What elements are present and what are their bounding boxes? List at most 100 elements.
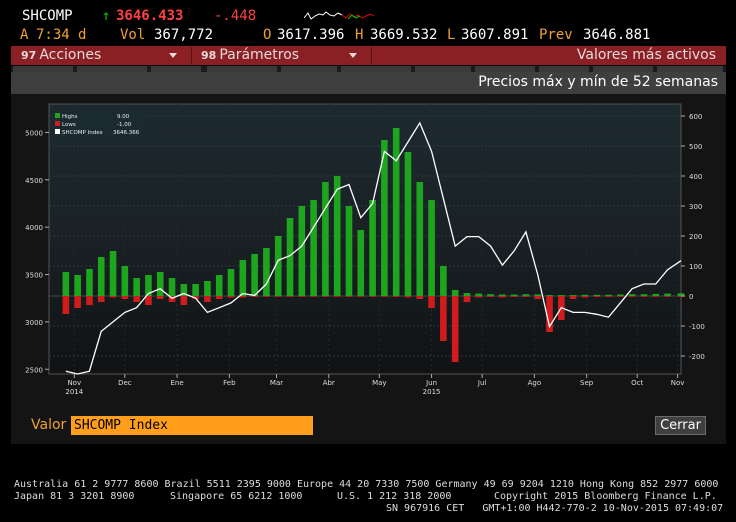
x-axis-tick-label: Oct	[631, 379, 643, 387]
acciones-menu[interactable]: 97 Acciones	[21, 46, 181, 65]
parametros-menu[interactable]: 98 Parámetros	[201, 46, 361, 65]
lows-bar	[369, 296, 376, 297]
legend-lows-swatch	[55, 121, 60, 126]
net-change: -.448	[214, 8, 257, 24]
highs-bar	[109, 251, 117, 296]
lows-bar	[286, 296, 294, 297]
lows-bar	[593, 296, 601, 297]
lows-bar	[381, 296, 388, 297]
highs-bar	[628, 294, 636, 296]
highs-bar	[227, 269, 235, 296]
lows-bar	[333, 296, 341, 297]
highs-bar	[357, 230, 365, 296]
up-arrow-icon: ↑	[102, 8, 111, 24]
highs-bar	[156, 272, 164, 296]
high-low-chart[interactable]: 2500 3000 3500 4000 4500 5000 -200 -100 0 100 200 3…	[11, 94, 726, 396]
close-button[interactable]: Cerrar	[655, 416, 706, 435]
highs-bar	[97, 257, 105, 296]
lows-bar	[156, 296, 164, 299]
x-axis-year-label: 2014	[65, 388, 83, 396]
lows-bar	[628, 296, 636, 297]
highs-bar	[475, 293, 483, 296]
ticker-symbol[interactable]: SHCOMP	[22, 8, 73, 24]
chevron-down-icon	[169, 53, 177, 58]
highs-bar	[404, 152, 412, 296]
lows-bar	[416, 296, 424, 299]
lows-bar	[522, 296, 530, 297]
lows-bar	[97, 296, 105, 302]
x-axis-tick-label: Mar	[270, 379, 283, 387]
lows-bar	[617, 296, 624, 297]
highs-bar	[640, 294, 648, 296]
lows-bar	[86, 296, 93, 305]
footer-copyright: Copyright 2015 Bloomberg Finance L.P.	[494, 491, 717, 502]
time-suffix: d	[78, 27, 87, 43]
lows-bar	[451, 296, 459, 362]
legend-index-value: 3646.366	[113, 130, 140, 136]
footer-singapore: Singapore 65 6212 1000	[170, 491, 303, 502]
parametros-menu-label: Parámetros	[219, 47, 300, 63]
acciones-menu-number: 97	[21, 49, 37, 62]
valor-input[interactable]	[71, 416, 313, 435]
lows-bar	[640, 296, 648, 297]
lows-bar	[274, 296, 282, 297]
most-active-link[interactable]: Valores más activos	[577, 46, 716, 65]
highs-bar	[522, 294, 530, 296]
highs-bar	[428, 200, 435, 296]
high-label: H	[355, 27, 364, 43]
x-axis-tick-label: Nov	[67, 379, 81, 387]
highs-bar	[392, 128, 400, 296]
footer-japan: Japan 81 3 3201 8900	[14, 491, 135, 502]
right-axis-tick-label: 100	[689, 263, 702, 271]
lows-bar	[392, 296, 400, 297]
lows-bar	[109, 296, 117, 298]
lows-bar	[499, 296, 506, 298]
lows-bar	[145, 296, 152, 305]
lows-bar	[215, 296, 223, 299]
lows-bar	[569, 296, 577, 299]
high-value: 3669.532	[370, 27, 438, 43]
highs-bar	[451, 290, 459, 296]
left-axis-tick-label: 5000	[25, 129, 43, 137]
lows-bar	[475, 296, 483, 298]
last-price: 3646.433	[116, 8, 184, 24]
highs-bar	[487, 294, 494, 296]
parametros-menu-number: 98	[201, 49, 217, 62]
lows-bar	[298, 296, 306, 297]
highs-bar	[440, 266, 447, 296]
highs-bar	[664, 293, 671, 296]
lows-bar	[581, 296, 589, 298]
highs-bar	[133, 278, 140, 296]
highs-bar	[121, 266, 129, 296]
menu-bar: 97 Acciones 98 Parámetros Valores más acti…	[11, 46, 726, 65]
lows-bar	[204, 296, 211, 302]
footer-us: U.S. 1 212 318 2000	[337, 491, 452, 502]
highs-bar	[322, 182, 329, 296]
panel-title-bar: Precios máx y mín de 52 semanas	[11, 72, 726, 94]
x-axis-tick-label: Abr	[323, 379, 335, 387]
left-axis-tick-label: 3000	[25, 319, 43, 327]
lows-bar	[133, 296, 140, 302]
lows-bar	[510, 296, 518, 297]
lows-bar	[404, 296, 412, 298]
chart-area: 2500 3000 3500 4000 4500 5000 -200 -100 0 100 200 3…	[11, 94, 726, 400]
lows-bar	[534, 296, 542, 299]
menu-divider	[191, 47, 192, 64]
lows-bar	[239, 296, 247, 298]
sparkline-icon	[304, 11, 375, 20]
left-axis-tick-label: 4500	[25, 177, 43, 185]
highs-bar	[499, 294, 506, 296]
chart-panel: Precios máx y mín de 52 semanas 2500 3000…	[11, 72, 726, 444]
quote-row: A 7:34 d Vol 367,772 O 3617.396 H 3669.5…	[0, 27, 736, 45]
lows-bar	[180, 296, 188, 305]
legend-lows-value: -1.00	[117, 122, 132, 128]
highs-bar	[74, 275, 81, 296]
volume-label: Vol	[120, 27, 146, 43]
x-axis-year-label: 2015	[423, 388, 441, 396]
highs-bar	[463, 293, 471, 296]
highs-bar	[251, 254, 258, 296]
valor-label: Valor	[31, 417, 67, 433]
highs-bar	[204, 281, 211, 296]
lows-bar	[463, 296, 471, 302]
x-axis-tick-label: Feb	[223, 379, 236, 387]
